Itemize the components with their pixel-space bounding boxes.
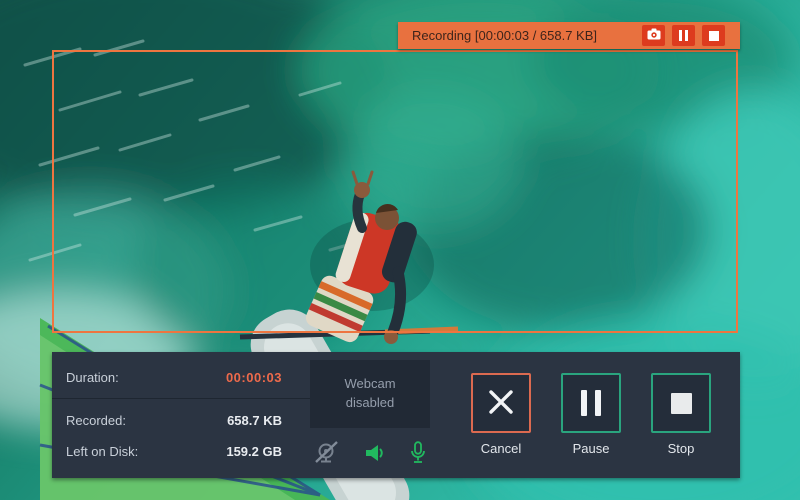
pause-icon bbox=[679, 30, 688, 41]
pause-label: Pause bbox=[573, 441, 610, 456]
recorded-value: 658.7 KB bbox=[227, 413, 282, 428]
recorded-row: Recorded: 658.7 KB bbox=[66, 405, 282, 435]
pause-recording-button[interactable] bbox=[672, 25, 695, 46]
recording-control-panel: Duration: 00:00:03 Recorded: 658.7 KB Le… bbox=[52, 352, 740, 478]
stop-icon bbox=[709, 31, 719, 41]
screen-recorder-overlay: Recording [00:00:03 / 658.7 KB] Duration… bbox=[0, 0, 800, 500]
speaker-icon bbox=[364, 443, 386, 466]
device-toggle-row bbox=[310, 441, 430, 467]
recorded-label: Recorded: bbox=[66, 413, 126, 428]
webcam-off-icon bbox=[314, 441, 339, 467]
disk-row: Left on Disk: 159.2 GB bbox=[66, 435, 282, 467]
webcam-status-text: Webcam disabled bbox=[328, 375, 412, 413]
microphone-toggle-button[interactable] bbox=[410, 441, 426, 467]
main-controls: Cancel Pause Stop bbox=[442, 352, 740, 478]
duration-value: 00:00:03 bbox=[226, 370, 282, 385]
recording-status-label: Recording [00:00:03 / 658.7 KB] bbox=[412, 28, 635, 43]
webcam-toggle-button[interactable] bbox=[314, 441, 339, 467]
stop-control: Stop bbox=[651, 373, 711, 478]
microphone-icon bbox=[410, 441, 426, 467]
stats-divider bbox=[52, 398, 310, 399]
stop-recording-button[interactable] bbox=[702, 25, 725, 46]
cancel-button[interactable] bbox=[471, 373, 531, 433]
disk-value: 159.2 GB bbox=[226, 444, 282, 459]
pause-button[interactable] bbox=[561, 373, 621, 433]
capture-area-frame[interactable] bbox=[52, 50, 738, 333]
stop-label: Stop bbox=[668, 441, 695, 456]
recording-stats: Duration: 00:00:03 Recorded: 658.7 KB Le… bbox=[52, 352, 310, 478]
webcam-section: Webcam disabled bbox=[310, 352, 442, 478]
stop-button[interactable] bbox=[651, 373, 711, 433]
pause-bars-icon bbox=[581, 390, 601, 416]
camera-icon bbox=[647, 28, 661, 43]
recording-status-bar: Recording [00:00:03 / 658.7 KB] bbox=[398, 22, 740, 49]
stop-square-icon bbox=[671, 393, 692, 414]
pause-control: Pause bbox=[561, 373, 621, 478]
speaker-toggle-button[interactable] bbox=[364, 443, 386, 466]
screenshot-button[interactable] bbox=[642, 25, 665, 46]
cancel-label: Cancel bbox=[481, 441, 521, 456]
cancel-x-icon bbox=[487, 388, 515, 419]
duration-row: Duration: 00:00:03 bbox=[66, 362, 282, 392]
disk-label: Left on Disk: bbox=[66, 444, 138, 459]
duration-label: Duration: bbox=[66, 370, 119, 385]
webcam-status-box: Webcam disabled bbox=[310, 360, 430, 428]
cancel-control: Cancel bbox=[471, 373, 531, 478]
